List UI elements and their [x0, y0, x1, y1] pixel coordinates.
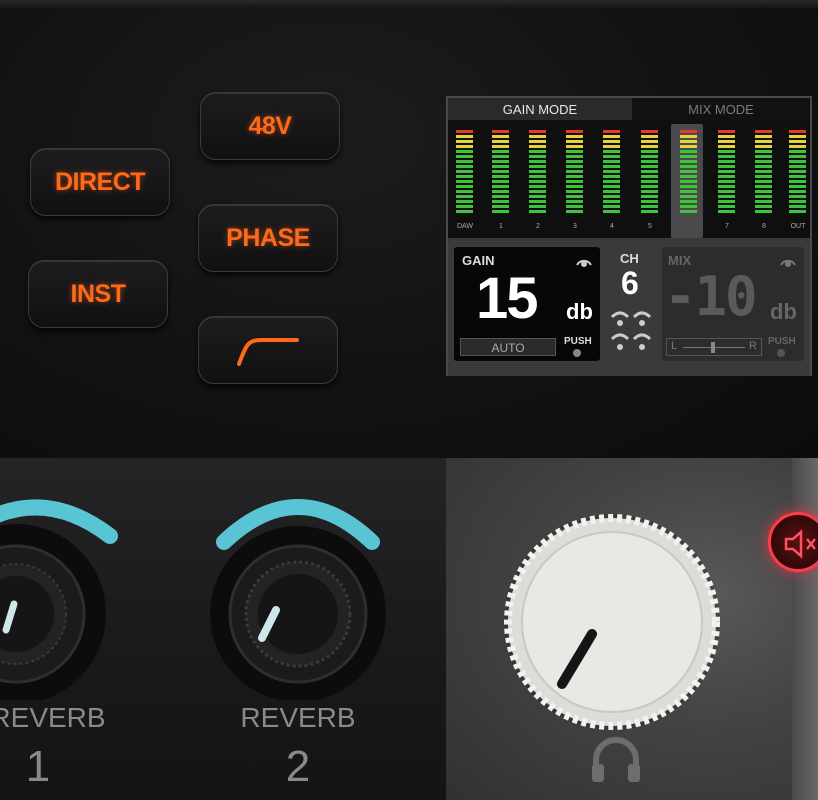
phase-label: PHASE [226, 223, 310, 252]
gain-unit: db [566, 299, 593, 324]
headphones-icon [592, 737, 640, 782]
reverb-1-number: 1 [25, 742, 51, 791]
meter-label: 5 [648, 223, 652, 230]
mix-unit: db [770, 299, 797, 324]
channel-indicator: CH 6 [602, 247, 660, 361]
meter-label: 8 [762, 223, 766, 230]
high-pass-filter-icon [237, 338, 299, 366]
headphone-volume-knob[interactable] [500, 510, 724, 734]
channel-display: GAIN MODE MIX MODE DAW 1 2 3 4 5 7 8 OUT 6 GAIN … [446, 96, 812, 376]
reverb-2-knob[interactable] [196, 480, 406, 700]
pan-slider[interactable]: L R [666, 338, 762, 356]
reverb-2-label: REVERB [240, 702, 356, 733]
mix-panel[interactable]: MIX -10 db L R PUSH [662, 247, 804, 361]
inst-label: INST [70, 279, 126, 308]
inst-button[interactable]: INST [28, 260, 168, 328]
gain-push-dot [573, 349, 581, 357]
pan-right-label: R [749, 340, 757, 352]
pan-handle[interactable] [711, 342, 715, 353]
phantom-48v-label: 48V [248, 111, 292, 140]
meter-label: 7 [725, 223, 729, 230]
pan-left-label: L [671, 340, 678, 352]
knob-turn-icon [576, 259, 592, 267]
reverb-2-number: 2 [285, 742, 311, 791]
channel-label: CH [620, 251, 639, 266]
mix-push-dot [777, 349, 785, 357]
side-bezel [792, 458, 818, 800]
gain-value: 15 [476, 266, 538, 331]
reverb-1-knob[interactable] [0, 480, 140, 700]
tab-mix-mode[interactable]: MIX MODE [632, 98, 810, 120]
level-meters: DAW1234578OUT 6 [448, 120, 810, 255]
gain-push-label: PUSH [564, 336, 592, 347]
mode-tabs: GAIN MODE MIX MODE [448, 98, 810, 120]
phantom-48v-button[interactable]: 48V [200, 92, 340, 160]
mix-push-label: PUSH [768, 336, 796, 347]
meter-label: 2 [536, 223, 540, 230]
top-bezel [0, 0, 818, 8]
auto-gain-button[interactable]: AUTO [460, 338, 556, 356]
phase-button[interactable]: PHASE [198, 204, 338, 272]
meter-label: 4 [610, 223, 614, 230]
meter-label: DAW [456, 223, 474, 230]
gain-panel[interactable]: GAIN 15 db AUTO PUSH [454, 247, 600, 361]
channel-controls: GAIN 15 db AUTO PUSH CH 6 MIX -10 db L R… [448, 238, 810, 376]
knob-turn-icon [780, 259, 796, 267]
direct-button[interactable]: DIRECT [30, 148, 170, 216]
meter-label: OUT [790, 223, 806, 230]
meter-label: 1 [499, 223, 503, 230]
channel-value: 6 [621, 265, 639, 301]
direct-label: DIRECT [54, 167, 146, 196]
link-icon [610, 311, 652, 350]
reverb-1-label: REVERB [0, 702, 106, 733]
meter-label: 3 [573, 223, 577, 230]
tab-gain-mode[interactable]: GAIN MODE [448, 98, 632, 120]
high-pass-filter-button[interactable] [198, 316, 338, 384]
speaker-mute-icon [784, 529, 816, 559]
mix-value: -10 [664, 265, 758, 328]
